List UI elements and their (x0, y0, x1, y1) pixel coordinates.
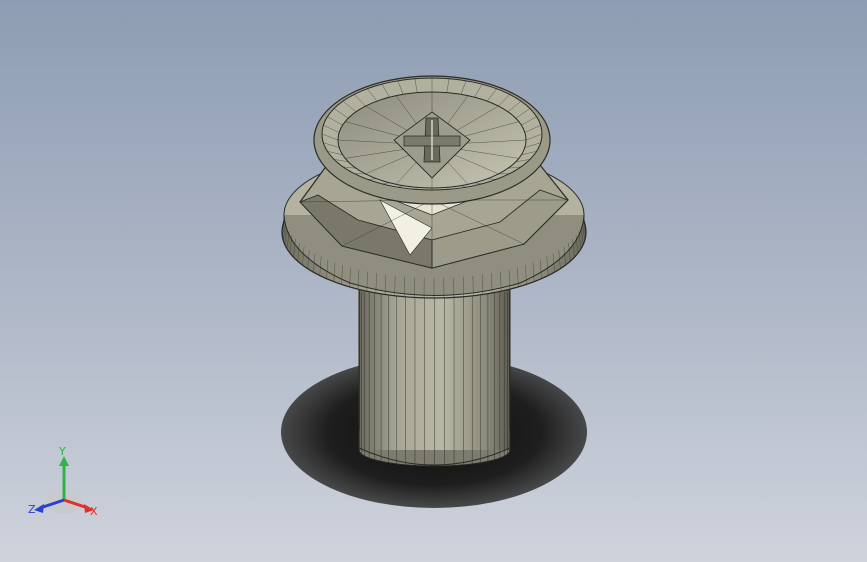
triad-y-label: Y (59, 445, 66, 458)
bolt-shank (358, 289, 511, 467)
graphics-viewport[interactable]: Y X Z (0, 0, 867, 562)
triad-x-label: X (90, 505, 98, 518)
model-view[interactable] (0, 0, 867, 562)
view-orientation-triad[interactable]: Y X Z (22, 446, 106, 526)
bolt-crown (313, 75, 551, 205)
triad-z-label: Z (28, 503, 36, 516)
